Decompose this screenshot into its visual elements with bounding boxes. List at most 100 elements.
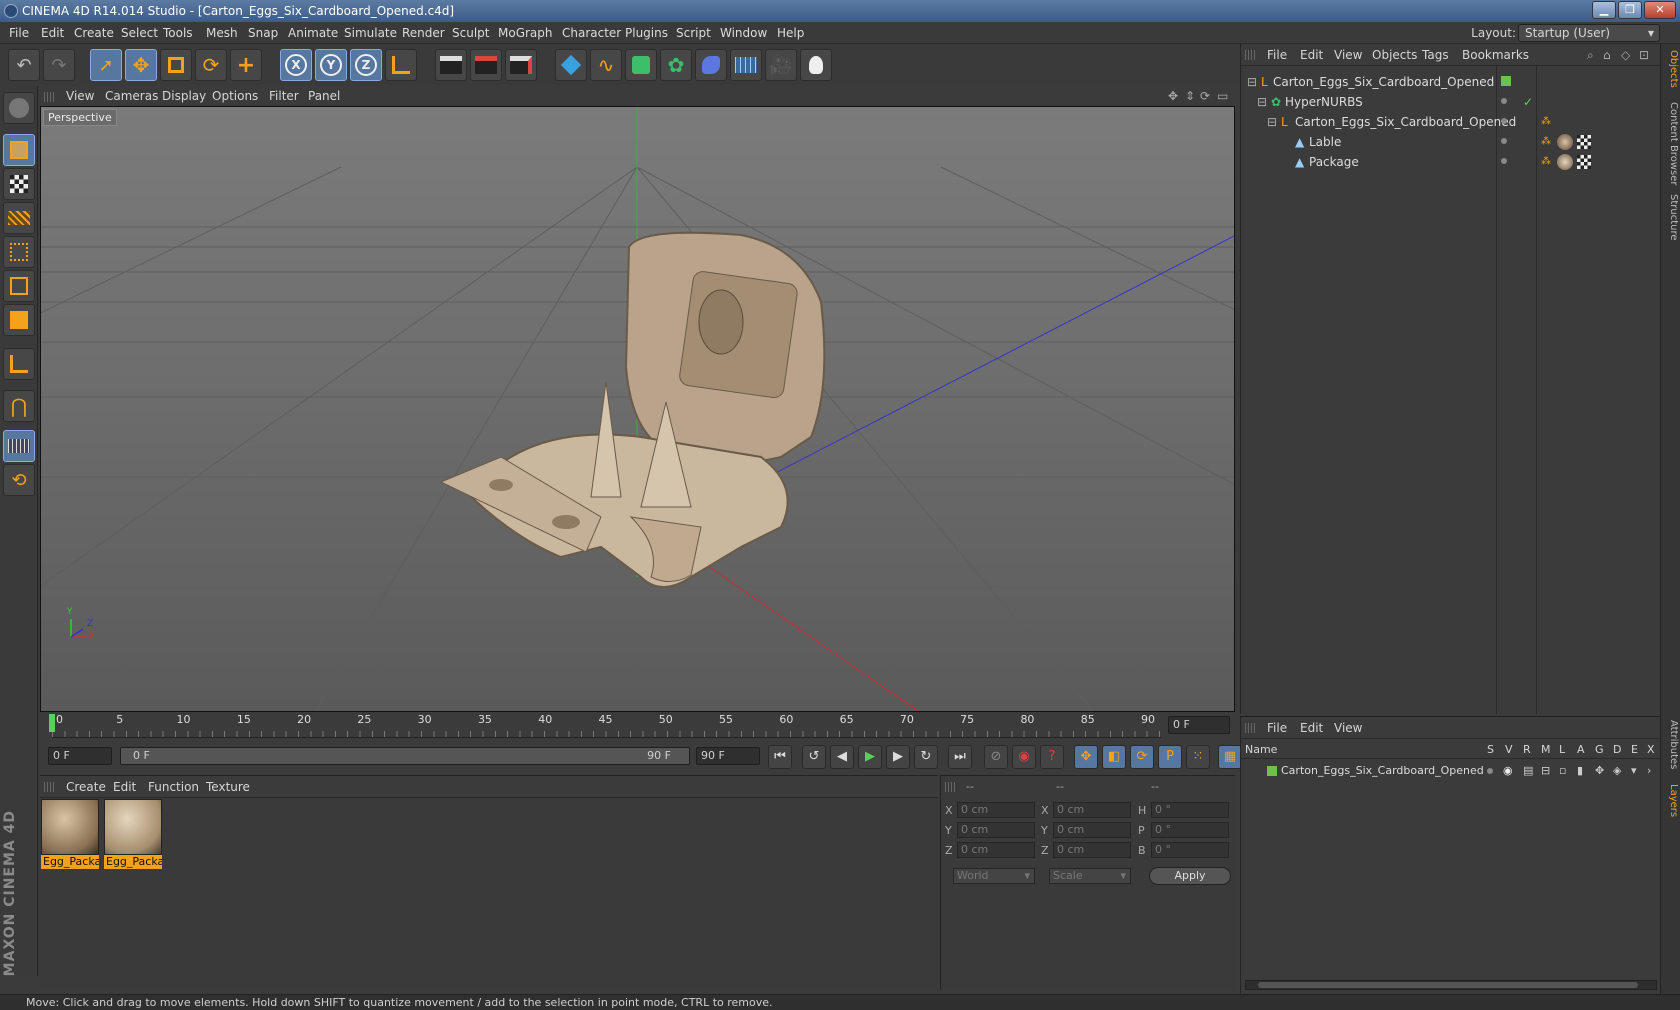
record-point-level-button[interactable]: ⁙	[1186, 745, 1210, 769]
layer-col-view[interactable]: V	[1505, 741, 1513, 759]
viewport-menu-cameras[interactable]: Cameras	[105, 89, 158, 103]
coordinate-space-select[interactable]: World ▾	[953, 868, 1035, 884]
maximize-button[interactable]: ❐	[1618, 1, 1642, 19]
tag-icon[interactable]: ⁂	[1541, 152, 1551, 172]
viewport-rotate-icon[interactable]: ⟳	[1200, 89, 1210, 103]
viewport-maximize-icon[interactable]: ▭	[1217, 89, 1228, 103]
object-menu-tags[interactable]: Tags	[1422, 48, 1449, 62]
uvw-tag-icon[interactable]	[1577, 155, 1591, 169]
visibility-dot[interactable]	[1501, 118, 1507, 124]
next-frame-button[interactable]: ▶	[886, 745, 910, 769]
viewport-menu-options[interactable]: Options	[212, 89, 258, 103]
tree-row[interactable]: ⊟ L Carton_Eggs_Six_Cardboard_Opened ⁂	[1241, 112, 1661, 132]
position-x-field[interactable]: 0 cm	[957, 802, 1035, 818]
add-light-button[interactable]	[800, 49, 832, 81]
workplane-mode-button[interactable]	[3, 202, 35, 234]
back-icon[interactable]: ◇	[1621, 48, 1630, 62]
menu-tools[interactable]: Tools	[163, 26, 193, 40]
panel-grip-icon[interactable]	[44, 782, 56, 792]
add-spline-button[interactable]: ∿	[590, 49, 622, 81]
horizontal-scrollbar[interactable]	[1245, 980, 1657, 990]
menu-create[interactable]: Create	[74, 26, 114, 40]
menu-render[interactable]: Render	[402, 26, 445, 40]
eye-icon[interactable]: ◉	[1503, 761, 1513, 781]
layer-col-xref[interactable]: X	[1647, 741, 1655, 759]
record-position-button[interactable]: ✥	[1074, 745, 1098, 769]
tab-structure[interactable]: Structure	[1663, 194, 1679, 241]
z-axis-lock-button[interactable]: Z	[350, 49, 382, 81]
live-selection-button[interactable]: ➚	[90, 49, 122, 81]
layer-header-name[interactable]: Name	[1245, 741, 1277, 759]
apply-button[interactable]: Apply	[1149, 867, 1231, 885]
lock-icon[interactable]: ▫	[1559, 761, 1566, 781]
material-swatch[interactable]: Egg_Packa	[41, 799, 99, 871]
layer-col-deformers[interactable]: D	[1613, 741, 1621, 759]
play-button[interactable]: ▶	[858, 745, 882, 769]
expand-icon[interactable]: ⊟	[1257, 92, 1267, 112]
menu-snap[interactable]: Snap	[248, 26, 278, 40]
render-icon[interactable]: ▤	[1523, 761, 1533, 781]
lock-workplane-button[interactable]	[3, 430, 35, 462]
close-button[interactable]: ✕	[1644, 1, 1676, 19]
axis-mode-button[interactable]	[3, 348, 35, 380]
expand-icon[interactable]: ⊟	[1247, 72, 1257, 92]
layer-menu-view[interactable]: View	[1334, 721, 1362, 735]
layout-select[interactable]: Startup (User) ▾	[1518, 24, 1660, 42]
layer-col-generators[interactable]: G	[1595, 741, 1604, 759]
make-editable-button[interactable]	[3, 92, 35, 124]
keyframe-selection-button[interactable]: ?	[1040, 745, 1064, 769]
egg-carton-model[interactable]	[439, 231, 826, 588]
size-mode-select[interactable]: Scale ▾	[1049, 868, 1131, 884]
panel-grip-icon[interactable]	[945, 782, 957, 792]
tag-icon[interactable]: ⁂	[1541, 132, 1551, 152]
object-menu-edit[interactable]: Edit	[1300, 48, 1323, 62]
layer-menu-file[interactable]: File	[1267, 721, 1287, 735]
panel-grip-icon[interactable]	[1245, 723, 1257, 733]
layer-col-animation[interactable]: A	[1577, 741, 1585, 759]
layer-col-render[interactable]: R	[1523, 741, 1531, 759]
visibility-dot[interactable]	[1501, 158, 1507, 164]
record-keys-button[interactable]: ⊘	[984, 745, 1008, 769]
tab-objects[interactable]: Objects	[1663, 50, 1679, 88]
current-frame-field[interactable]: 0 F	[1168, 716, 1230, 734]
menu-simulate[interactable]: Simulate	[344, 26, 397, 40]
layer-menu-edit[interactable]: Edit	[1300, 721, 1323, 735]
material-menu-function[interactable]: Function	[148, 780, 199, 794]
rotation-h-field[interactable]: 0 °	[1151, 802, 1229, 818]
uvw-tag-icon[interactable]	[1577, 135, 1591, 149]
material-menu-create[interactable]: Create	[66, 780, 106, 794]
layer-col-locked[interactable]: L	[1559, 741, 1565, 759]
end-frame-field[interactable]: 90 F	[696, 747, 760, 765]
edges-mode-button[interactable]	[3, 270, 35, 302]
material-tag-icon[interactable]	[1557, 134, 1573, 150]
start-frame-field[interactable]: 0 F	[48, 747, 112, 765]
tab-layers[interactable]: Layers	[1663, 784, 1679, 817]
undo-button[interactable]: ↶	[8, 49, 40, 81]
tree-row[interactable]: ▲ Lable ⁂	[1241, 132, 1661, 152]
scale-tool-button[interactable]	[160, 49, 192, 81]
x-axis-lock-button[interactable]: X	[280, 49, 312, 81]
preview-range-slider[interactable]: 0 F 90 F	[120, 747, 690, 765]
material-swatch[interactable]: Egg_Packa	[104, 799, 162, 871]
menu-mograph[interactable]: MoGraph	[498, 26, 553, 40]
viewport-menu-filter[interactable]: Filter	[269, 89, 299, 103]
size-x-field[interactable]: 0 cm	[1053, 802, 1131, 818]
object-name[interactable]: Lable	[1309, 132, 1341, 152]
render-settings-button[interactable]	[505, 49, 537, 81]
timeline-window-button[interactable]: ▦	[1218, 745, 1242, 769]
viewport-menu-panel[interactable]: Panel	[308, 89, 340, 103]
menu-character[interactable]: Character	[562, 26, 621, 40]
enabled-check-icon[interactable]: ✓	[1523, 92, 1533, 112]
render-picture-viewer-button[interactable]	[470, 49, 502, 81]
render-view-button[interactable]	[435, 49, 467, 81]
visibility-dot[interactable]	[1501, 138, 1507, 144]
y-axis-lock-button[interactable]: Y	[315, 49, 347, 81]
viewport-dolly-icon[interactable]: ⇕	[1185, 89, 1195, 103]
add-array-button[interactable]: ✿	[660, 49, 692, 81]
menu-file[interactable]: File	[9, 26, 29, 40]
menu-mesh[interactable]: Mesh	[206, 26, 238, 40]
xref-icon[interactable]: ›	[1647, 761, 1651, 781]
rotation-b-field[interactable]: 0 °	[1151, 842, 1229, 858]
deformer-toggle-icon[interactable]: ◈	[1613, 761, 1621, 781]
material-tag-icon[interactable]	[1557, 154, 1573, 170]
